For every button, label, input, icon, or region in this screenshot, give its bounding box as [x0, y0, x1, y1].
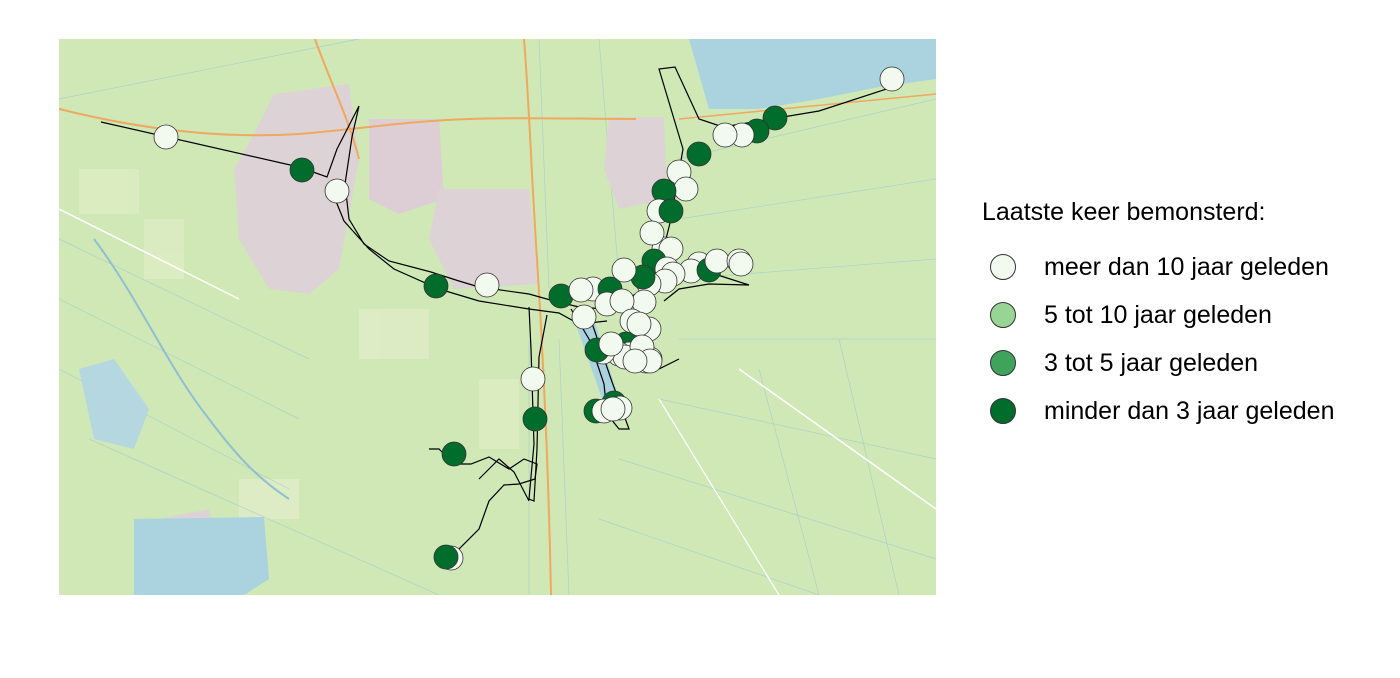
- sample-point[interactable]: [433, 544, 459, 570]
- sample-point[interactable]: [324, 178, 350, 204]
- sample-point[interactable]: [626, 311, 652, 337]
- sample-point[interactable]: [879, 66, 905, 92]
- legend-item-older-10: meer dan 10 jaar geleden: [982, 243, 1392, 291]
- sample-point[interactable]: [571, 304, 597, 330]
- legend-swatch-3-5: [990, 350, 1016, 376]
- sample-point[interactable]: [568, 277, 594, 303]
- sample-point[interactable]: [673, 176, 699, 202]
- legend-item-3-5: 3 tot 5 jaar geleden: [982, 339, 1392, 387]
- map-panel[interactable]: [59, 39, 936, 595]
- sample-point[interactable]: [686, 141, 712, 167]
- sample-point[interactable]: [639, 220, 665, 246]
- legend-label-older-10: meer dan 10 jaar geleden: [1044, 252, 1329, 281]
- sample-point[interactable]: [598, 331, 624, 357]
- sample-point[interactable]: [423, 273, 449, 299]
- land-background: [59, 39, 936, 595]
- legend-swatch-5-10: [990, 302, 1016, 328]
- legend-label-5-10: 5 tot 10 jaar geleden: [1044, 300, 1272, 329]
- sample-point[interactable]: [289, 157, 315, 183]
- legend-label-3-5: 3 tot 5 jaar geleden: [1044, 348, 1259, 377]
- sample-point[interactable]: [520, 366, 546, 392]
- sample-point[interactable]: [474, 272, 500, 298]
- sample-point[interactable]: [600, 396, 626, 422]
- sample-point[interactable]: [704, 248, 730, 274]
- sample-point[interactable]: [153, 124, 179, 150]
- sample-point[interactable]: [622, 348, 648, 374]
- legend-item-recent-3: minder dan 3 jaar geleden: [982, 387, 1392, 435]
- sample-point[interactable]: [728, 251, 754, 277]
- legend-title: Laatste keer bemonsterd:: [982, 198, 1266, 226]
- legend-swatch-recent-3: [990, 398, 1016, 424]
- legend: Laatste keer bemonsterd: meer dan 10 jaa…: [982, 198, 1392, 435]
- legend-item-5-10: 5 tot 10 jaar geleden: [982, 291, 1392, 339]
- sample-point[interactable]: [712, 122, 738, 148]
- legend-label-recent-3: minder dan 3 jaar geleden: [1044, 396, 1335, 425]
- legend-swatch-older-10: [990, 254, 1016, 280]
- sample-point[interactable]: [441, 441, 467, 467]
- sample-point[interactable]: [522, 406, 548, 432]
- sample-point[interactable]: [658, 198, 684, 224]
- map-canvas[interactable]: [59, 39, 936, 595]
